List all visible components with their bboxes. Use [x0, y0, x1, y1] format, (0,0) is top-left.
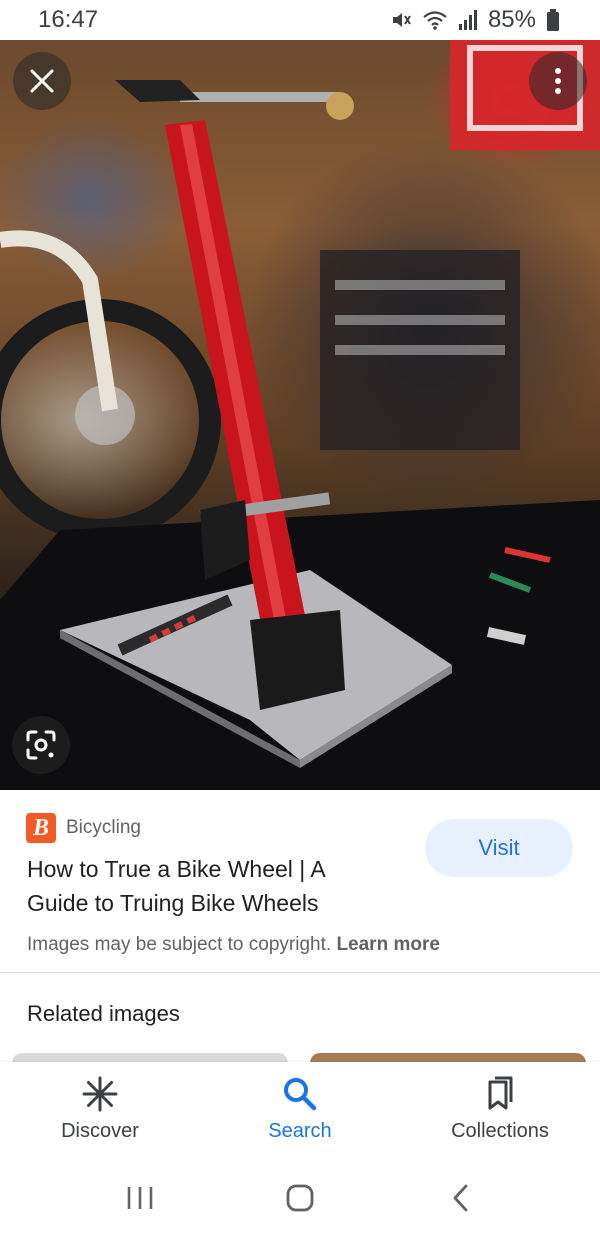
- battery-icon: [547, 9, 559, 31]
- recents-icon: [127, 1187, 153, 1209]
- nav-label: Collections: [451, 1120, 549, 1142]
- status-bar: 16:47 85%: [0, 0, 600, 40]
- home-button[interactable]: [270, 1173, 330, 1223]
- collections-icon: [488, 1076, 513, 1110]
- close-button[interactable]: [13, 52, 71, 110]
- divider: [0, 972, 600, 973]
- google-lens-icon: [26, 730, 56, 760]
- signal-icon: [458, 10, 477, 30]
- bottom-navigation: Discover Search Collections: [0, 1062, 600, 1162]
- close-icon: [30, 69, 54, 93]
- home-icon: [286, 1184, 314, 1212]
- source-row[interactable]: B Bicycling: [26, 813, 141, 843]
- battery-percent: 85%: [487, 6, 536, 33]
- copyright-text: Images may be subject to copyright.: [27, 934, 332, 955]
- nav-collections[interactable]: Collections: [410, 1074, 590, 1143]
- copyright-notice: Images may be subject to copyright. Lear…: [27, 934, 440, 956]
- recents-button[interactable]: [110, 1173, 170, 1223]
- asterisk-icon: [82, 1076, 118, 1112]
- source-name: Bicycling: [66, 817, 141, 838]
- image-viewer[interactable]: [0, 40, 600, 790]
- search-icon: [284, 1078, 317, 1111]
- nav-label: Search: [268, 1120, 332, 1142]
- source-logo: B: [26, 813, 56, 843]
- back-button[interactable]: [430, 1173, 490, 1223]
- related-images-heading: Related images: [27, 1001, 180, 1026]
- status-time: 16:47: [38, 6, 99, 33]
- visit-button[interactable]: Visit: [425, 819, 573, 877]
- learn-more-link[interactable]: Learn more: [336, 934, 439, 955]
- status-icons: 85%: [390, 6, 560, 34]
- nav-label: Discover: [61, 1120, 139, 1142]
- more-options-button[interactable]: [529, 52, 587, 110]
- system-navigation-bar: [0, 1162, 600, 1234]
- google-lens-button[interactable]: [12, 716, 70, 774]
- back-icon: [453, 1184, 468, 1212]
- more-vert-icon: [555, 68, 561, 94]
- result-title[interactable]: How to True a Bike Wheel | A Guide to Tr…: [27, 852, 387, 920]
- truing-stand-image: [0, 40, 600, 790]
- nav-discover[interactable]: Discover: [10, 1074, 190, 1143]
- mute-icon: [392, 13, 411, 27]
- nav-search[interactable]: Search: [210, 1074, 390, 1143]
- wifi-icon: [423, 11, 447, 30]
